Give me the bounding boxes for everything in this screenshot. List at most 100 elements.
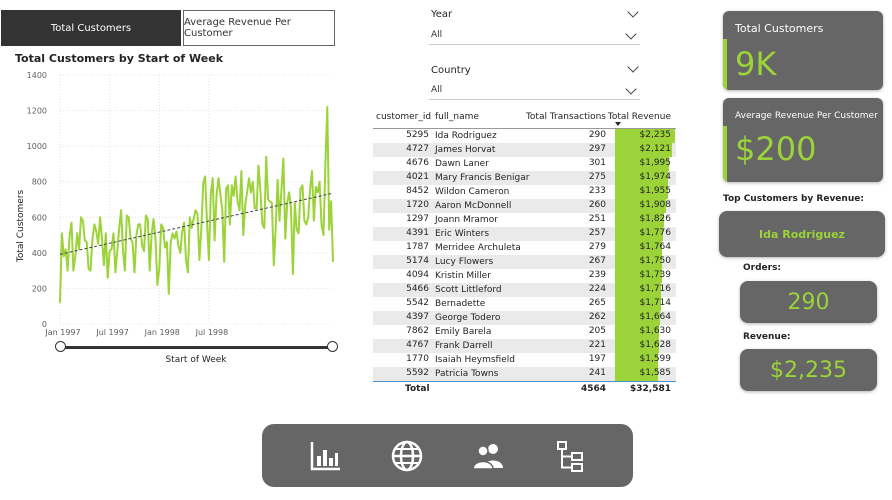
cell-customer-id: 4676 [406,158,429,168]
card-title: Average Revenue Per Customer [735,111,878,121]
table-row[interactable]: 5466 Scott Littleford 224 $1,716 [373,283,676,297]
cell-total-transactions: 239 [588,270,606,280]
table-row[interactable]: 4727 James Horvat 297 $2,121 [373,143,676,157]
cell-total-transactions: 241 [588,368,606,378]
cell-total-revenue: $1,995 [639,158,672,168]
table-row[interactable]: 4676 Dawn Laner 301 $1,995 [373,157,676,171]
cell-total-transactions: 257 [588,228,606,238]
cell-full-name: Lucy Flowers [435,257,494,267]
cell-total-transactions: 205 [588,326,606,336]
cell-total-transactions: 260 [588,200,606,210]
cell-full-name: Emily Barela [435,327,492,337]
chevron-down-icon [625,28,637,40]
table-row[interactable]: 4767 Frank Darrell 221 $1,628 [373,339,676,353]
avg-revenue-card: Average Revenue Per Customer $200 [723,98,883,182]
globe-icon[interactable] [389,438,425,474]
header-total-revenue[interactable]: Total Revenue [608,112,671,122]
country-value: All [431,85,443,95]
total-customers-card: Total Customers 9K [723,11,883,90]
avg-revenue-toggle[interactable]: Average Revenue Per Customer [183,10,335,46]
cell-customer-id: 4727 [406,144,429,154]
y-tick-label: 1200 [27,107,47,116]
table-row[interactable]: 4397 George Todero 262 $1,664 [373,311,676,325]
y-axis-label: Total Customers [16,190,26,264]
cell-total-revenue: $1,750 [639,256,672,266]
cell-full-name: Wildon Cameron [435,187,510,197]
cell-total-transactions: 297 [588,144,606,154]
y-tick-label: 800 [32,178,47,187]
table-row[interactable]: 5542Bernadette Marschang265$1,714 [373,297,676,322]
bar-chart-icon[interactable] [308,438,344,474]
cell-total-revenue: $1,739 [639,270,672,280]
top-customers-heading: Top Customers by Revenue: [723,194,864,204]
table-row[interactable]: 8452 Wildon Cameron 233 $1,955 [373,185,676,199]
table-row[interactable]: 1770 Isaiah Heymsfield 197 $1,599 [373,353,676,367]
card-value: $200 [735,130,817,168]
cell-total-transactions: 251 [588,214,606,224]
cell-customer-id: 4391 [406,228,429,238]
cell-total-revenue: $1,716 [639,284,672,294]
table-row[interactable]: 5592 Patricia Towns 241 $1,585 [373,367,676,381]
cell-full-name: Dawn Laner [435,159,489,169]
revenue-label: Revenue: [743,332,791,342]
sort-desc-icon [615,122,621,126]
x-tick-label: Jul 1997 [95,328,129,337]
total-label: Total [405,384,430,394]
cell-full-name: Isaiah Heymsfield [435,355,515,365]
cell-total-transactions: 224 [588,284,606,294]
cell-customer-id: 5466 [406,284,429,294]
table-row[interactable]: 4094 Kristin Miller 239 $1,739 [373,269,676,283]
cell-customer-id: 5174 [406,256,429,266]
table-row[interactable]: 1720 Aaron McDonnell 260 $1,908 [373,199,676,213]
table-row[interactable]: 5295 Ida Rodriguez 290 $2,235 [373,129,676,143]
cell-total-transactions: 301 [588,158,606,168]
cell-full-name: Patricia Towns [435,369,499,379]
cell-customer-id: 4767 [406,340,429,350]
slider-handle-start[interactable] [55,341,66,352]
orders-value: 290 [740,281,877,323]
y-tick-label: 600 [32,213,47,222]
chevron-down-icon[interactable] [627,61,639,73]
table-row[interactable]: 7862 Emily Barela 205 $1,630 [373,325,676,339]
cell-total-revenue: $1,955 [639,186,672,196]
cell-customer-id: 4397 [406,312,429,322]
cell-full-name: Mary Francis Benigar [435,173,530,183]
year-value: All [431,30,443,40]
cell-full-name: George Todero [435,313,501,323]
cell-total-revenue: $1,826 [639,214,672,224]
cell-total-revenue: $1,628 [639,340,672,350]
table-total-row: Total 4564 $32,581 [373,381,676,398]
table-row[interactable]: 4391 Eric Winters 257 $1,776 [373,227,676,241]
users-icon[interactable] [471,438,507,474]
cell-customer-id: 4021 [406,172,429,182]
cell-total-revenue: $1,776 [639,228,672,238]
cell-total-revenue: $1,630 [639,326,672,336]
x-axis-label: Start of Week [165,355,227,365]
cell-total-revenue: $1,714 [639,298,672,308]
table-row[interactable]: 1787 Merridee Archuleta 279 $1,764 [373,241,676,255]
chevron-down-icon[interactable] [627,6,639,18]
cell-total-transactions: 197 [588,354,606,364]
cell-full-name: Frank Darrell [435,341,493,351]
header-customer-id[interactable]: customer_id [376,112,431,122]
cell-total-transactions: 290 [588,130,606,140]
year-dropdown[interactable]: All [429,27,640,45]
table-row[interactable]: 4021 Mary Francis Benigar 275 $1,974 [373,171,676,185]
slider-handle-end[interactable] [327,341,338,352]
hierarchy-icon[interactable] [552,438,588,474]
cell-full-name: Ida Rodriguez [435,131,497,141]
table-row[interactable]: 1297 Joann Mramor 251 $1,826 [373,213,676,227]
top-customer-name[interactable]: Ida Rodriguez [719,211,885,257]
cell-customer-id: 4094 [406,270,429,280]
total-customers-toggle[interactable]: Total Customers [1,10,181,46]
y-tick-label: 1000 [27,142,47,151]
date-range-slider[interactable] [60,346,333,349]
cell-total-transactions: 233 [588,186,606,196]
cell-total-transactions: 265 [588,298,606,308]
table-row[interactable]: 5174 Lucy Flowers 267 $1,750 [373,255,676,269]
header-total-transactions[interactable]: Total Transactions [526,112,606,122]
revenue-value: $2,235 [740,349,877,391]
cell-total-transactions: 279 [588,242,606,252]
header-full-name[interactable]: full_name [435,112,479,122]
country-dropdown[interactable]: All [429,82,640,100]
